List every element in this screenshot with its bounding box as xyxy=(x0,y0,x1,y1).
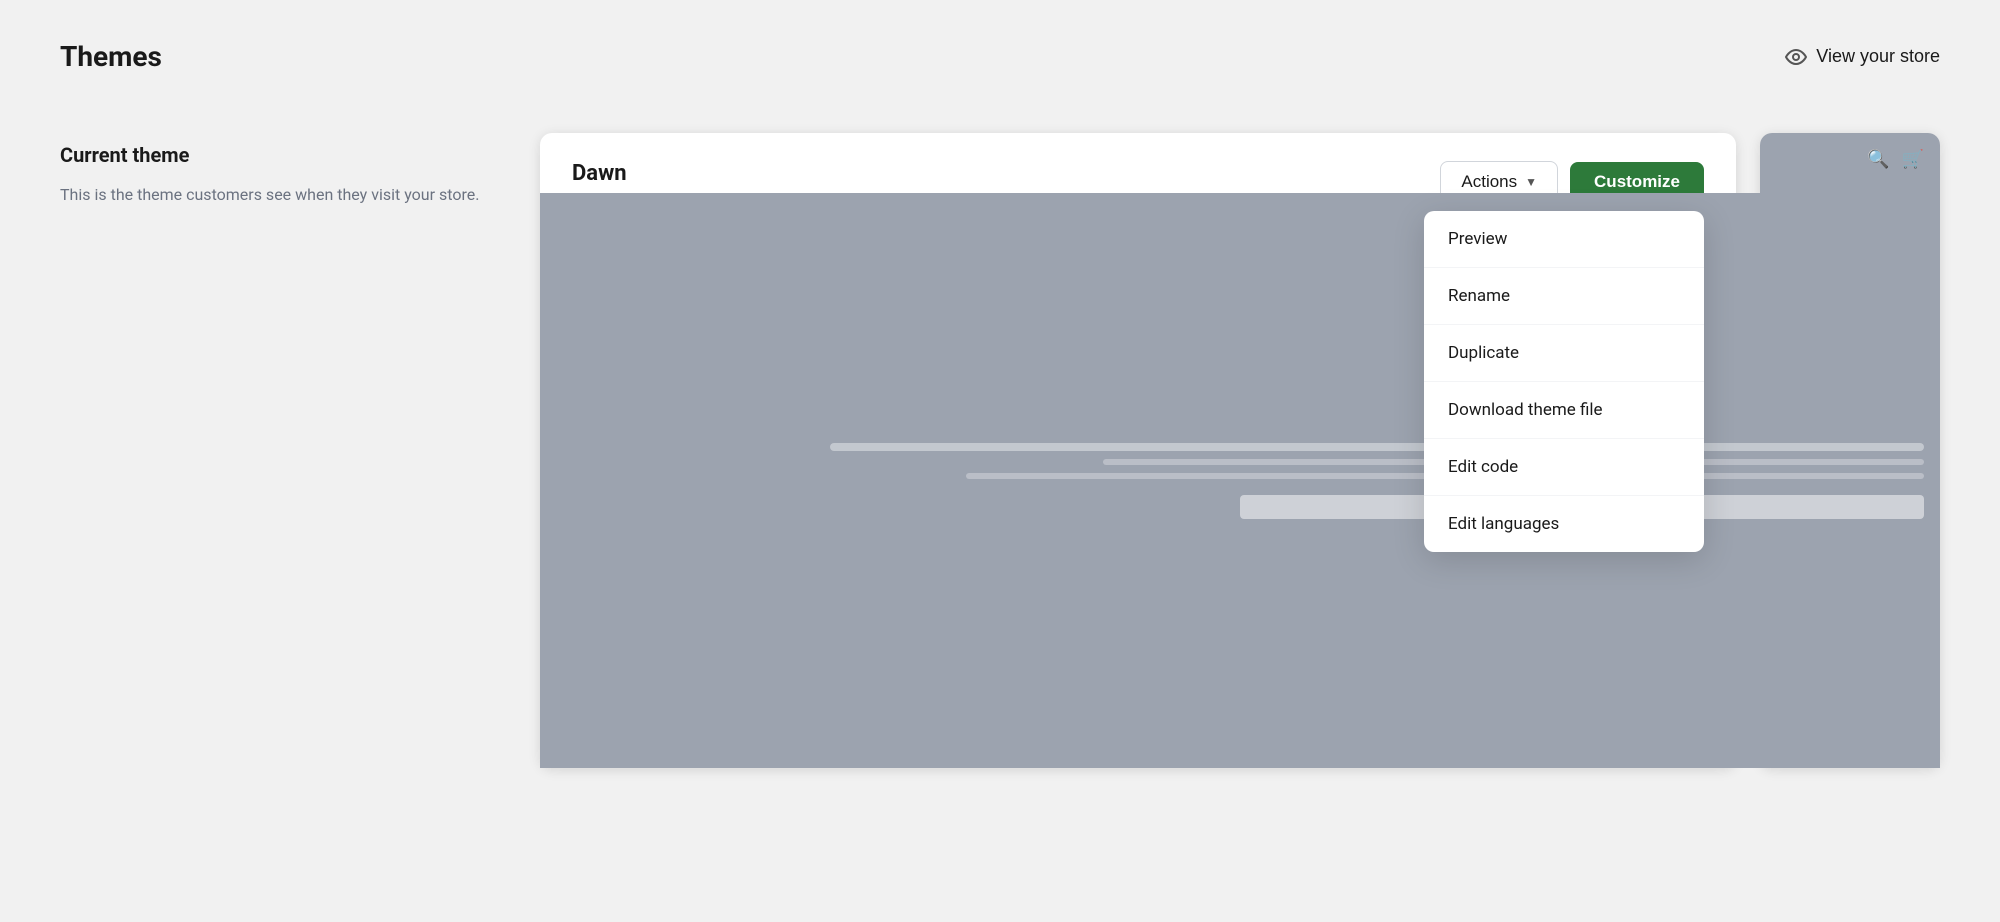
view-store-button[interactable]: View your store xyxy=(1784,45,1940,69)
header: Themes View your store xyxy=(60,40,1940,73)
page-wrapper: Themes View your store Current theme Thi… xyxy=(0,0,2000,922)
current-theme-label: Current theme xyxy=(60,143,480,167)
current-theme-description: This is the theme customers see when the… xyxy=(60,183,480,207)
main-content: Current theme This is the theme customer… xyxy=(60,133,1940,768)
dropdown-item-rename[interactable]: Rename xyxy=(1424,268,1704,325)
dropdown-item-duplicate[interactable]: Duplicate xyxy=(1424,325,1704,382)
eye-icon xyxy=(1784,45,1808,69)
theme-name: Dawn xyxy=(572,161,712,186)
cart-icon: 🛒 xyxy=(1902,149,1924,170)
secondary-preview: 🔍 🛒 xyxy=(1760,133,1940,768)
page-title: Themes xyxy=(60,40,162,73)
dropdown-item-preview[interactable]: Preview xyxy=(1424,211,1704,268)
dropdown-item-edit-code[interactable]: Edit code xyxy=(1424,439,1704,496)
actions-label: Actions xyxy=(1461,172,1517,192)
actions-dropdown: Preview Rename Duplicate Download theme … xyxy=(1424,211,1704,552)
secondary-theme-card: 🔍 🛒 xyxy=(1760,133,1940,768)
theme-card-container: Dawn Last saved: Just now Dawn version 7… xyxy=(540,133,1940,768)
dropdown-item-download[interactable]: Download theme file xyxy=(1424,382,1704,439)
dropdown-item-edit-languages[interactable]: Edit languages xyxy=(1424,496,1704,552)
search-icon: 🔍 xyxy=(1867,149,1889,170)
left-panel: Current theme This is the theme customer… xyxy=(60,133,480,207)
view-store-label: View your store xyxy=(1816,46,1940,67)
chevron-down-icon: ▼ xyxy=(1525,175,1537,189)
